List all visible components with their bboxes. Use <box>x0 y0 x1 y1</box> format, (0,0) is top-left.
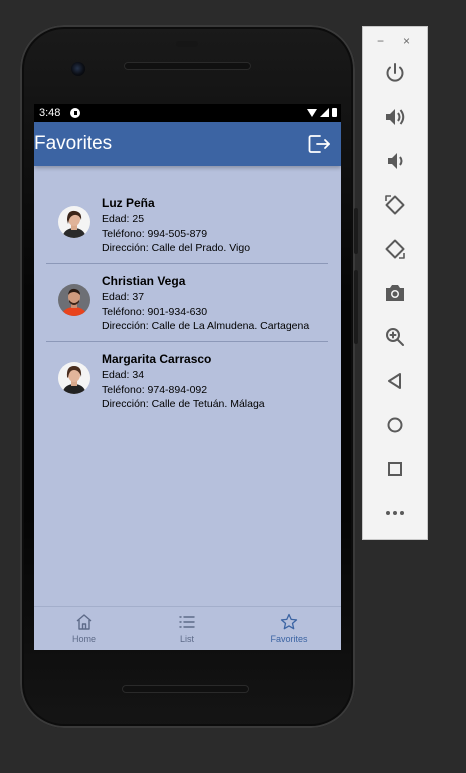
person-info: Margarita Carrasco Edad: 34 Teléfono: 97… <box>102 352 265 412</box>
more-icon <box>386 511 404 515</box>
phone-power-button <box>354 208 358 254</box>
wifi-icon <box>307 108 317 117</box>
list-item[interactable]: Christian Vega Edad: 37 Teléfono: 901-93… <box>46 264 328 342</box>
volume-down-icon <box>388 153 403 169</box>
person-phone: Teléfono: 901-934-630 <box>102 305 208 318</box>
nav-home[interactable]: Home <box>44 613 124 644</box>
emulator-toolbar: − × <box>362 26 428 540</box>
list-item[interactable]: Luz Peña Edad: 25 Teléfono: 994-505-879 … <box>46 186 328 264</box>
minimize-button[interactable]: − <box>377 34 384 48</box>
status-bar: 3:48 <box>34 104 341 122</box>
person-name: Christian Vega <box>102 274 186 288</box>
person-address: Dirección: Calle de Tetuán. Málaga <box>102 398 265 410</box>
power-icon <box>386 63 404 82</box>
person-age: Edad: 25 <box>102 213 145 225</box>
rotate-right-icon <box>385 239 405 259</box>
screenshot-button[interactable] <box>383 281 407 305</box>
power-button[interactable] <box>383 61 407 85</box>
phone-screen: 3:48 Favorites Luz Peña Edad: 25 Teléfon… <box>34 104 341 650</box>
back-icon <box>388 373 401 389</box>
star-icon <box>280 613 298 630</box>
earpiece-speaker <box>124 62 251 70</box>
avatar <box>58 284 90 316</box>
rotate-left-icon <box>385 195 405 215</box>
overview-icon <box>388 462 402 476</box>
rotate-left-button[interactable] <box>383 193 407 217</box>
person-age: Edad: 34 <box>102 369 145 381</box>
list-item[interactable]: Margarita Carrasco Edad: 34 Teléfono: 97… <box>46 342 328 419</box>
avatar <box>58 362 90 394</box>
overview-button[interactable] <box>383 457 407 481</box>
battery-icon <box>332 108 337 117</box>
person-name: Luz Peña <box>102 196 155 210</box>
rotate-right-button[interactable] <box>383 237 407 261</box>
volume-up-icon <box>386 109 405 125</box>
favorites-content: Luz Peña Edad: 25 Teléfono: 994-505-879 … <box>34 166 341 606</box>
home-button[interactable] <box>383 413 407 437</box>
person-address: Dirección: Calle de La Almudena. Cartage… <box>102 320 310 332</box>
person-phone: Teléfono: 994-505-879 <box>102 227 208 240</box>
signal-icon <box>320 108 329 117</box>
phone-top-sensor <box>176 41 198 47</box>
favorites-list: Luz Peña Edad: 25 Teléfono: 994-505-879 … <box>46 186 328 419</box>
notification-icon <box>70 108 80 118</box>
avatar <box>58 206 90 238</box>
bottom-navigation: Home List Favorites <box>34 606 341 650</box>
close-button[interactable]: × <box>403 34 410 48</box>
logout-icon <box>308 135 330 153</box>
status-icons <box>307 108 337 117</box>
page-title: Favorites <box>34 133 113 154</box>
person-age: Edad: 37 <box>102 291 145 303</box>
volume-up-button[interactable] <box>383 105 407 129</box>
front-camera <box>71 62 85 76</box>
person-name: Margarita Carrasco <box>102 352 212 366</box>
person-address: Dirección: Calle del Prado. Vigo <box>102 242 251 254</box>
home-circle-icon <box>387 417 403 433</box>
person-info: Luz Peña Edad: 25 Teléfono: 994-505-879 … <box>102 196 250 256</box>
list-icon <box>179 616 195 628</box>
nav-home-label: Home <box>71 634 96 644</box>
camera-icon <box>386 285 404 301</box>
nav-list[interactable]: List <box>147 613 227 644</box>
more-button[interactable] <box>383 501 407 525</box>
person-info: Christian Vega Edad: 37 Teléfono: 901-93… <box>102 274 309 334</box>
phone-volume-button <box>354 270 358 344</box>
app-bar: Favorites <box>34 122 341 166</box>
zoom-button[interactable] <box>383 325 407 349</box>
person-phone: Teléfono: 974-894-092 <box>102 383 208 396</box>
logout-button[interactable] <box>307 133 331 155</box>
bottom-speaker <box>122 685 249 693</box>
nav-list-label: List <box>179 634 194 644</box>
nav-favorites[interactable]: Favorites <box>249 613 329 644</box>
volume-down-button[interactable] <box>383 149 407 173</box>
back-button[interactable] <box>383 369 407 393</box>
nav-favorites-label: Favorites <box>270 634 308 644</box>
home-icon <box>76 614 92 630</box>
status-time: 3:48 <box>39 107 61 119</box>
zoom-icon <box>386 328 404 346</box>
